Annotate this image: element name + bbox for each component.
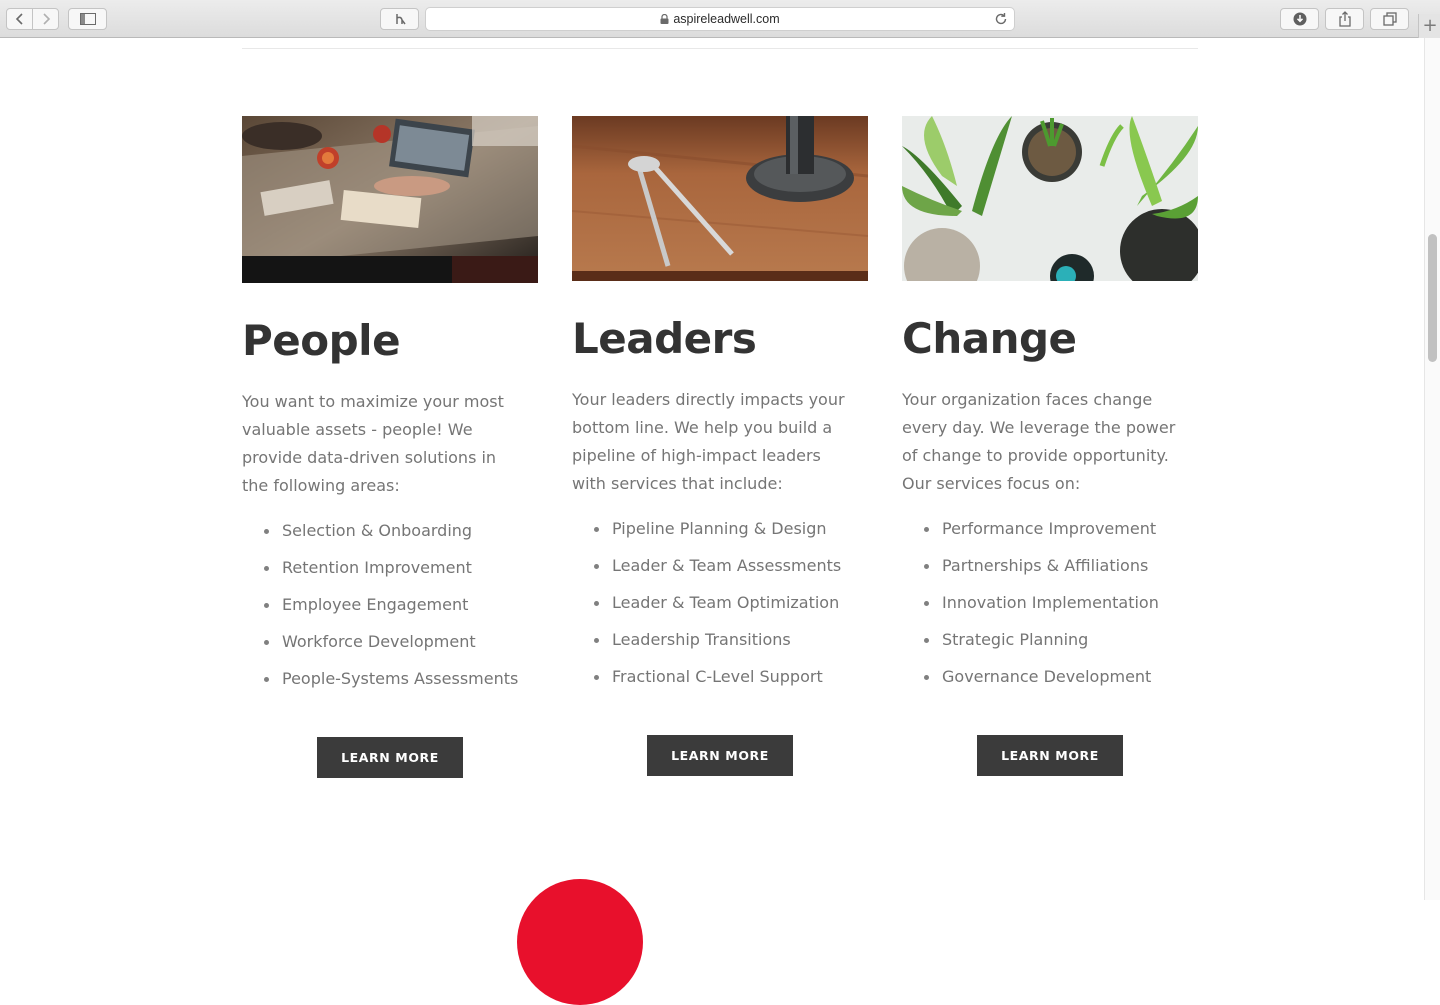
- list-item-label: Selection & Onboarding: [282, 521, 473, 540]
- lock-icon: [660, 14, 669, 24]
- tabs-icon: [1382, 12, 1397, 26]
- list-item-label: Governance Development: [942, 667, 1152, 686]
- section-divider: [242, 48, 1198, 49]
- bullet-icon: [924, 638, 929, 643]
- plus-icon: +: [1422, 15, 1438, 36]
- list-item: Leader & Team Assessments: [572, 553, 841, 590]
- bullet-icon: [264, 566, 269, 571]
- card-title: Change: [902, 314, 1077, 363]
- list-item-label: Pipeline Planning & Design: [612, 519, 827, 538]
- list-item: Governance Development: [902, 664, 1159, 701]
- list-item: Performance Improvement: [902, 516, 1159, 553]
- extension-button[interactable]: [380, 8, 419, 30]
- list-item-label: Fractional C-Level Support: [612, 667, 823, 686]
- scrollbar-thumb[interactable]: [1428, 234, 1437, 362]
- sidebar-icon: [79, 13, 96, 25]
- reload-icon[interactable]: [994, 12, 1008, 26]
- list-item-label: Retention Improvement: [282, 558, 472, 577]
- list-item: Strategic Planning: [902, 627, 1159, 664]
- bullet-icon: [264, 529, 269, 534]
- list-item-label: Employee Engagement: [282, 595, 469, 614]
- bullet-icon: [924, 601, 929, 606]
- extension-icon: [395, 14, 406, 25]
- bullet-icon: [594, 564, 599, 569]
- back-button[interactable]: [6, 8, 33, 30]
- list-item: Selection & Onboarding: [242, 518, 518, 555]
- bullet-icon: [924, 527, 929, 532]
- list-item: Partnerships & Affiliations: [902, 553, 1159, 590]
- list-item: Workforce Development: [242, 629, 518, 666]
- list-item: Fractional C-Level Support: [572, 664, 841, 701]
- card-title: Leaders: [572, 314, 757, 363]
- list-item-label: Leadership Transitions: [612, 630, 791, 649]
- learn-more-button-leaders[interactable]: LEARN MORE: [647, 735, 793, 776]
- bullet-icon: [924, 564, 929, 569]
- browser-toolbar: aspireleadwell.com: [0, 0, 1440, 38]
- share-button[interactable]: [1325, 8, 1364, 30]
- list-item: Retention Improvement: [242, 555, 518, 592]
- chevron-right-icon: [42, 13, 50, 25]
- card-intro: You want to maximize your most valuable …: [242, 392, 504, 495]
- chevron-left-icon: [15, 13, 23, 25]
- list-item-label: Leader & Team Assessments: [612, 556, 842, 575]
- service-list: Selection & Onboarding Retention Improve…: [242, 518, 518, 703]
- bullet-icon: [594, 527, 599, 532]
- bullet-icon: [924, 675, 929, 680]
- list-item-label: Leader & Team Optimization: [612, 593, 840, 612]
- tabs-overview-button[interactable]: [1370, 8, 1409, 30]
- card-title: People: [242, 316, 401, 365]
- bullet-icon: [264, 603, 269, 608]
- learn-more-button-change[interactable]: LEARN MORE: [977, 735, 1123, 776]
- list-item: Leader & Team Optimization: [572, 590, 841, 627]
- list-item-label: People-Systems Assessments: [282, 669, 519, 688]
- download-icon: [1293, 12, 1306, 26]
- learn-more-button-people[interactable]: LEARN MORE: [317, 737, 463, 778]
- list-item: People-Systems Assessments: [242, 666, 518, 703]
- list-item-label: Performance Improvement: [942, 519, 1157, 538]
- list-item-label: Innovation Implementation: [942, 593, 1159, 612]
- new-tab-button[interactable]: +: [1418, 14, 1440, 38]
- bullet-icon: [594, 601, 599, 606]
- bullet-icon: [594, 675, 599, 680]
- list-item-label: Strategic Planning: [942, 630, 1089, 649]
- card-intro: Your organization faces change every day…: [902, 390, 1176, 493]
- card-intro: Your leaders directly impacts your botto…: [572, 390, 845, 493]
- people-photo: [242, 116, 538, 283]
- list-item: Employee Engagement: [242, 592, 518, 629]
- leaders-photo: [572, 116, 868, 281]
- bullet-icon: [264, 677, 269, 682]
- bullet-icon: [264, 640, 269, 645]
- bullet-icon: [594, 638, 599, 643]
- url-text: aspireleadwell.com: [673, 12, 780, 26]
- sidebar-toggle-button[interactable]: [68, 8, 107, 30]
- service-list: Pipeline Planning & Design Leader & Team…: [572, 516, 841, 701]
- list-item-label: Partnerships & Affiliations: [942, 556, 1149, 575]
- list-item: Leadership Transitions: [572, 627, 841, 664]
- downloads-button[interactable]: [1280, 8, 1319, 30]
- change-photo: [902, 116, 1198, 281]
- page-scrollbar[interactable]: [1424, 38, 1440, 900]
- list-item-label: Workforce Development: [282, 632, 476, 651]
- address-bar[interactable]: aspireleadwell.com: [425, 7, 1015, 31]
- share-icon: [1338, 11, 1351, 27]
- list-item: Pipeline Planning & Design: [572, 516, 841, 553]
- service-list: Performance Improvement Partnerships & A…: [902, 516, 1159, 701]
- list-item: Innovation Implementation: [902, 590, 1159, 627]
- red-circle-graphic: [517, 879, 643, 1005]
- forward-button[interactable]: [32, 8, 59, 30]
